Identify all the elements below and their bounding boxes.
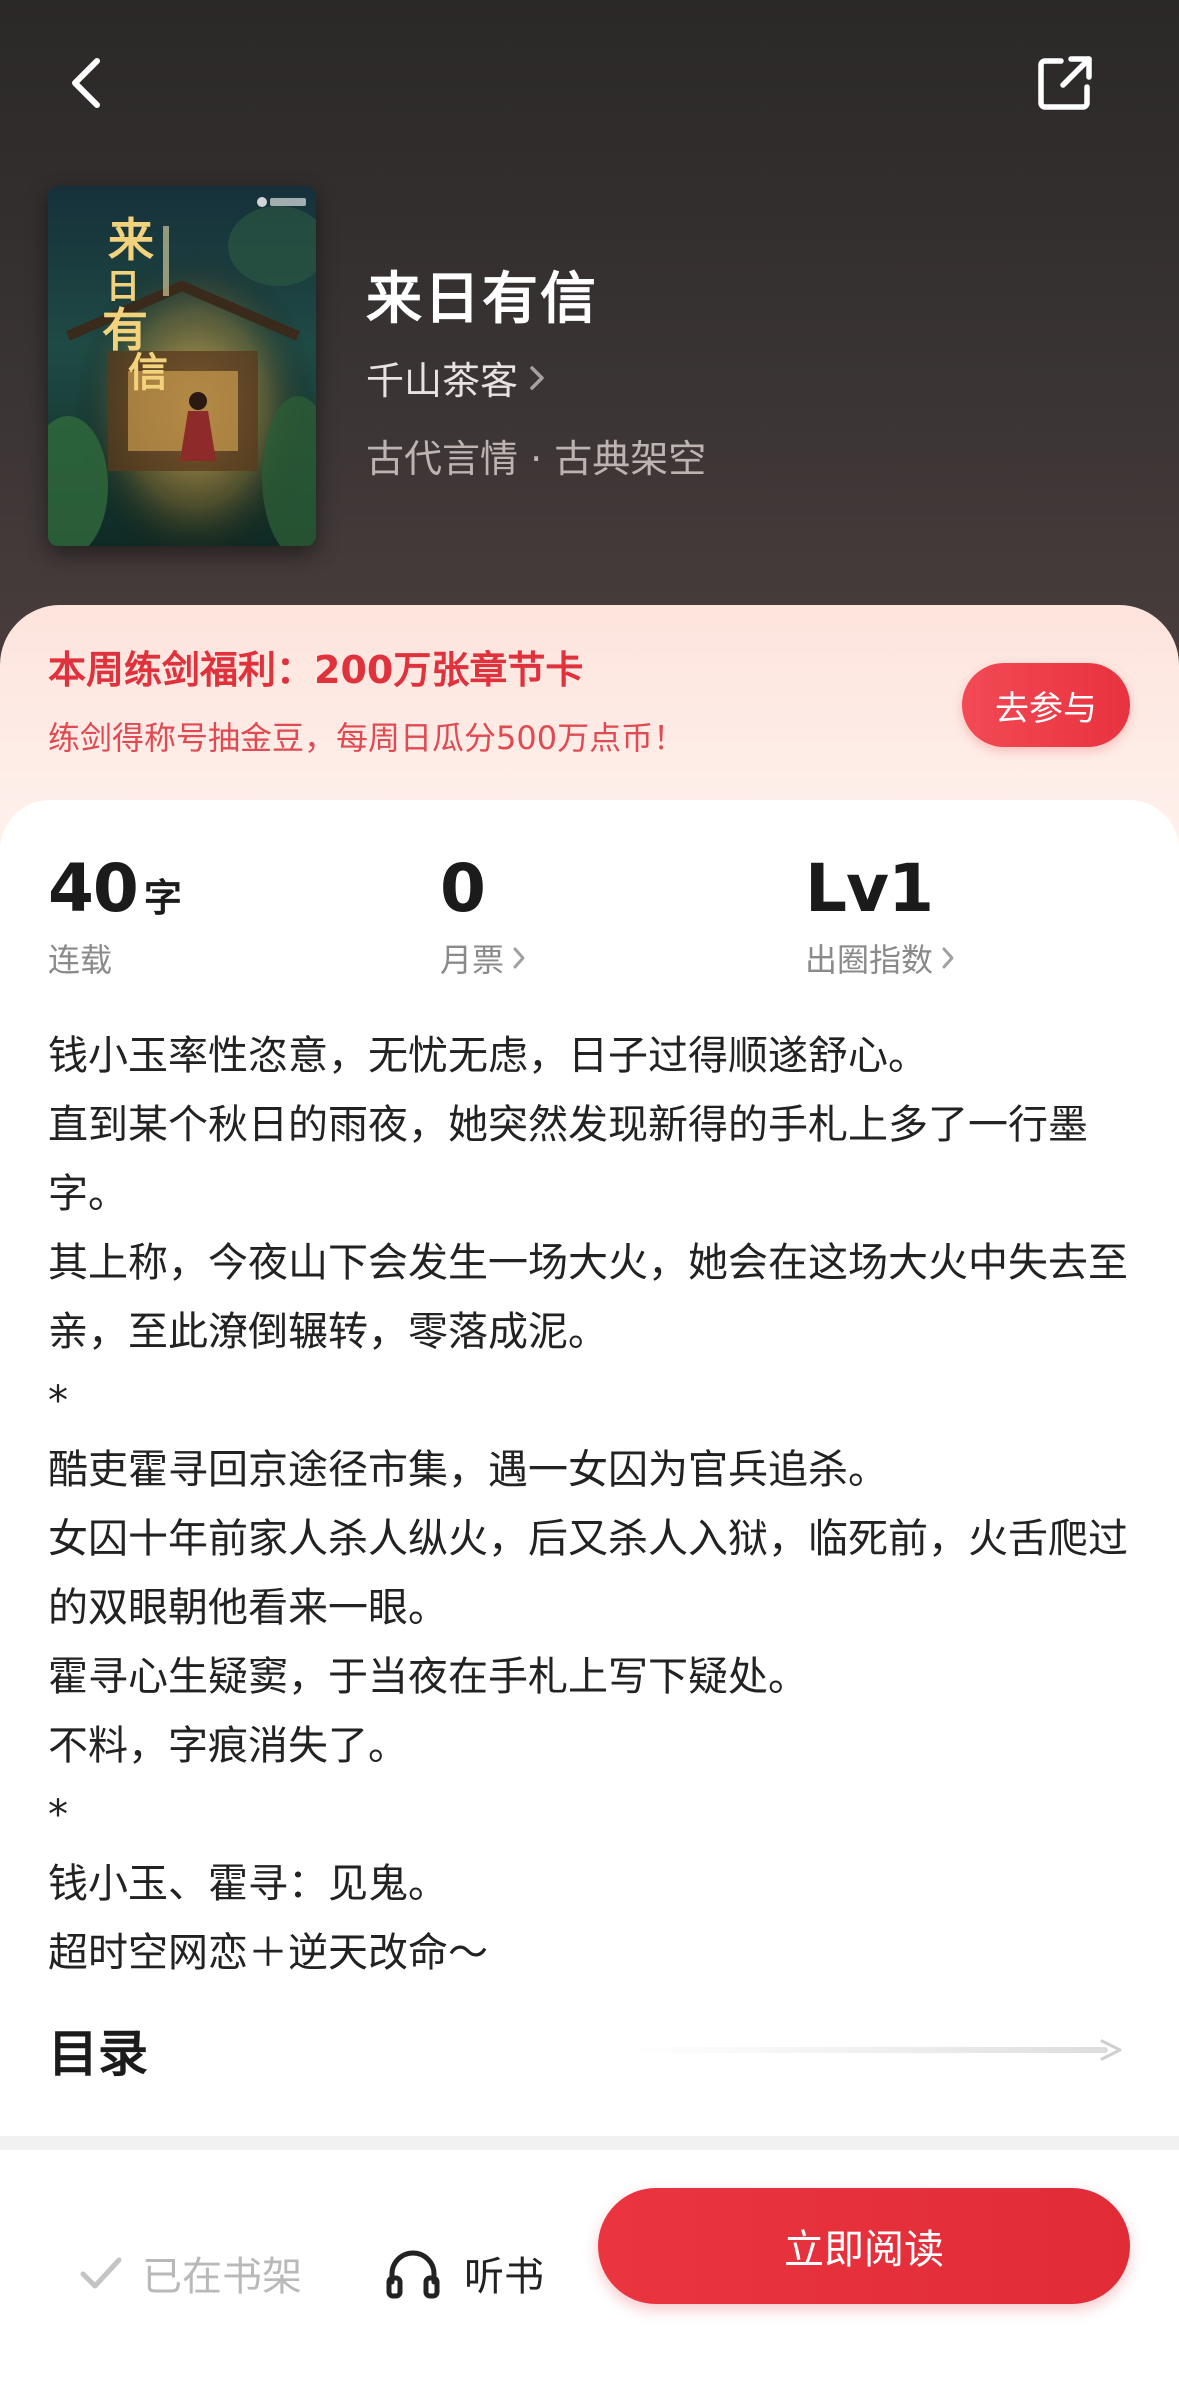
book-cover[interactable]: 来 日 有 信 <box>48 186 316 546</box>
cover-illustration: 来 日 有 信 <box>48 186 316 546</box>
stat-unit: 字 <box>143 876 182 920</box>
read-now-button[interactable]: 立即阅读 <box>598 2188 1130 2304</box>
synopsis-line: 其上称，今夜山下会发生一场大火，她会在这场大火中失去至亲，至此潦倒辗转，零落成泥… <box>48 1240 1128 1355</box>
synopsis-line: * <box>48 1792 68 1838</box>
bottom-action-bar: 已在书架 听书 立即阅读 <box>0 2150 1179 2397</box>
synopsis-line: 钱小玉率性恣意，无忧无虑，日子过得顺遂舒心。 <box>48 1033 928 1079</box>
synopsis-line: * <box>48 1378 68 1424</box>
synopsis-line: 超时空网恋＋逆天改命～ <box>48 1930 488 1976</box>
stat-popularity-index[interactable]: Lv1 出圈指数 <box>805 850 955 981</box>
svg-text:日: 日 <box>106 267 140 307</box>
author-name: 千山茶客 <box>366 359 519 403</box>
book-synopsis: 钱小玉率性恣意，无忧无虑，日子过得顺遂舒心。 直到某个秋日的雨夜，她突然发现新得… <box>48 1022 1138 1988</box>
on-shelf-label: 已在书架 <box>142 2254 302 2300</box>
svg-text:信: 信 <box>128 349 168 396</box>
stat-value: Lv1 <box>805 850 934 927</box>
stat-value: 0 <box>440 850 486 927</box>
book-title: 来日有信 <box>366 267 598 332</box>
chevron-right-icon <box>530 365 544 390</box>
stat-value: 40 <box>48 850 139 927</box>
synopsis-line: 不料，字痕消失了。 <box>48 1723 408 1769</box>
synopsis-line: 钱小玉、霍寻：见鬼。 <box>48 1861 448 1907</box>
toc-title: 目录 <box>48 2025 148 2083</box>
share-button[interactable] <box>1030 48 1100 118</box>
promo-subtitle: 练剑得称号抽金豆，每周日瓜分500万点币！ <box>48 719 686 757</box>
author-link[interactable]: 千山茶客 <box>366 350 546 405</box>
chevron-right-icon <box>513 947 525 969</box>
chevron-left-icon <box>72 58 100 108</box>
promo-title: 本周练剑福利：200万张章节卡 <box>48 648 584 692</box>
on-shelf-button[interactable]: 已在书架 <box>78 2218 302 2328</box>
section-divider <box>0 2136 1179 2150</box>
svg-text:来: 来 <box>108 213 154 267</box>
stat-word-count: 40 字 连载 <box>48 850 182 981</box>
stat-monthly-tickets[interactable]: 0 月票 <box>440 850 526 981</box>
stat-label: 出圈指数 <box>805 941 934 979</box>
listen-label: 听书 <box>464 2254 544 2300</box>
table-of-contents-row[interactable]: 目录 <box>48 2018 1128 2083</box>
book-detail-card: 40 字 连载 0 月票 Lv1 出圈指数 钱小玉率性恣意，无忧无虑，日子过得顺遂… <box>0 800 1179 2140</box>
synopsis-line: 女囚十年前家人杀人纵火，后又杀人入狱，临死前，火舌爬过的双眼朝他看来一眼。 <box>48 1516 1128 1631</box>
stat-label: 连载 <box>48 941 113 979</box>
synopsis-line: 酷吏霍寻回京途径市集，遇一女囚为官兵追杀。 <box>48 1447 888 1493</box>
check-icon <box>80 2257 122 2289</box>
arrow-right-icon <box>628 2039 1122 2061</box>
listen-button[interactable]: 听书 <box>384 2218 544 2328</box>
synopsis-line: 霍寻心生疑窦，于当夜在手札上写下疑处。 <box>48 1654 808 1700</box>
book-genre: 古代言情 · 古典架空 <box>366 437 707 481</box>
book-header: 来 日 有 信 来日有信 千山茶客 古代言情 · 古典架空 <box>0 0 1179 700</box>
synopsis-line: 直到某个秋日的雨夜，她突然发现新得的手札上多了一行墨字。 <box>48 1102 1088 1217</box>
back-button[interactable] <box>52 48 122 118</box>
join-promo-button[interactable]: 去参与 <box>962 663 1130 747</box>
stat-label: 月票 <box>440 941 505 979</box>
headphones-icon <box>386 2250 440 2299</box>
chevron-right-icon <box>942 947 954 969</box>
share-icon <box>1038 56 1092 110</box>
